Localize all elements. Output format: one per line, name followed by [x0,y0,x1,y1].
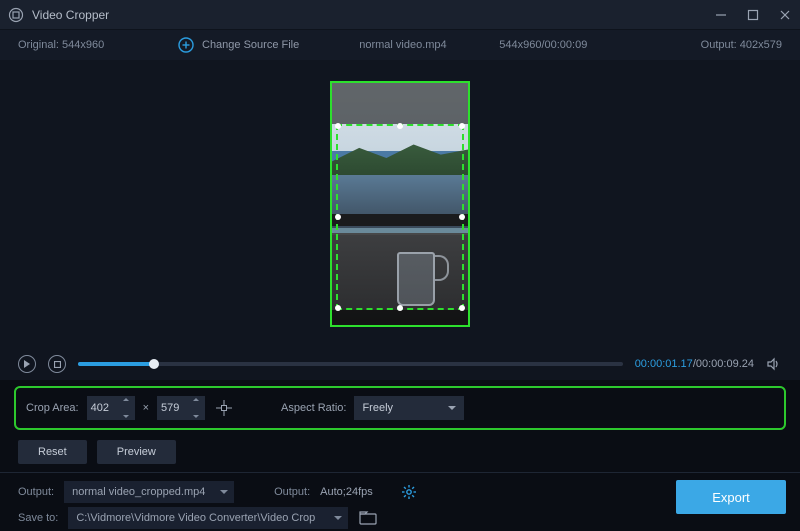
current-time: 00:00:01.17 [635,358,693,370]
gear-icon[interactable] [401,484,417,500]
source-dims-duration: 544x960/00:00:09 [499,39,639,51]
crop-handle-ml[interactable] [335,214,341,220]
timeline-thumb[interactable] [149,359,159,369]
output-format-label: Output: [274,486,310,498]
minimize-button[interactable] [714,8,728,22]
output-format-value: Auto;24fps [320,486,373,498]
chevron-down-icon [334,516,342,520]
close-button[interactable] [778,8,792,22]
save-to-label: Save to: [18,512,58,524]
center-crop-button[interactable] [213,397,235,419]
preview-area [0,60,800,348]
video-preview[interactable] [330,81,470,327]
chevron-down-icon [220,490,228,494]
volume-icon[interactable] [766,356,782,372]
action-row: Reset Preview [0,436,800,468]
source-filename: normal video.mp4 [359,39,499,51]
crop-dim-top [332,83,468,124]
titlebar: Video Cropper [0,0,800,30]
play-button[interactable] [18,355,36,373]
crop-box[interactable] [336,124,464,310]
window-title: Video Cropper [32,8,714,22]
crop-controls-panel: Crop Area: 402 × 579 Aspect Ratio: Freel… [14,386,786,430]
aspect-ratio-select[interactable]: Freely [354,396,464,420]
timeline-slider[interactable] [78,362,623,366]
playback-bar: 00:00:01.17/00:00:09.24 [0,348,800,380]
crop-height-down[interactable] [193,415,199,418]
change-source-button[interactable]: Change Source File [178,37,299,53]
original-dims-label: Original: 544x960 [18,39,178,51]
crop-area-label: Crop Area: [26,402,79,414]
crop-height-up[interactable] [193,398,199,401]
output-dims-label: Output: 402x579 [701,39,782,51]
crop-height-input[interactable]: 579 [157,396,205,420]
open-folder-button[interactable] [358,509,378,527]
crop-width-input[interactable]: 402 [87,396,135,420]
output-filename-select[interactable]: normal video_cropped.mp4 [64,481,234,503]
aspect-ratio-label: Aspect Ratio: [281,402,346,414]
crop-handle-tl[interactable] [335,123,341,129]
crop-dim-bottom [332,310,468,325]
plus-circle-icon [178,37,194,53]
preview-button[interactable]: Preview [97,440,176,464]
crop-width-up[interactable] [123,398,129,401]
app-icon [8,7,24,23]
save-to-select[interactable]: C:\Vidmore\Vidmore Video Converter\Video… [68,507,348,529]
timecode-display: 00:00:01.17/00:00:09.24 [635,358,754,370]
maximize-button[interactable] [746,8,760,22]
reset-button[interactable]: Reset [18,440,87,464]
chevron-down-icon [448,406,456,410]
crop-handle-tm[interactable] [397,123,403,129]
infobar: Original: 544x960 Change Source File nor… [0,30,800,60]
timeline-fill [78,362,154,366]
output-filename-label: Output: [18,486,54,498]
stop-button[interactable] [48,355,66,373]
total-time: 00:00:09.24 [696,358,754,370]
export-button[interactable]: Export [676,480,786,514]
crop-width-down[interactable] [123,415,129,418]
change-source-label: Change Source File [202,39,299,51]
times-icon: × [143,402,149,414]
